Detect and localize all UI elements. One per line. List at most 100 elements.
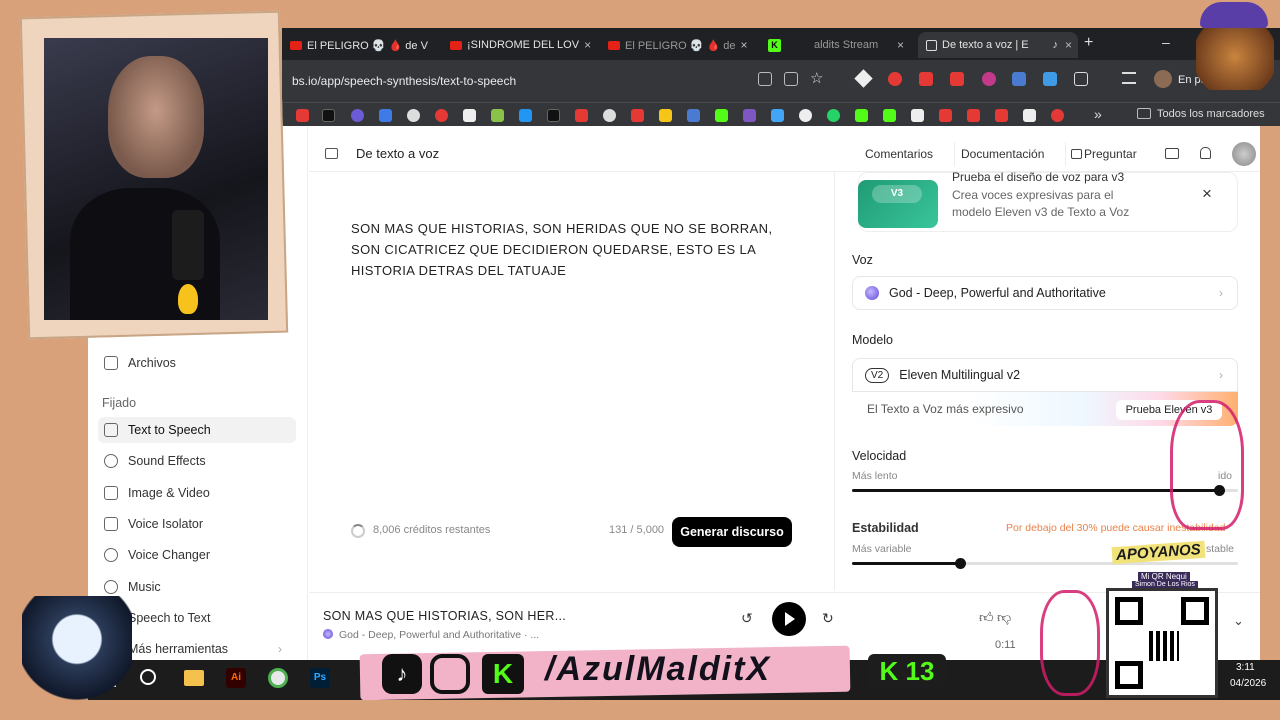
bookmark-icon[interactable] [631, 109, 644, 122]
sidebar-item-voice-changer[interactable]: Voice Changer [98, 542, 296, 568]
thumbs-up-icon[interactable]: 👍︎ [979, 609, 994, 626]
bookmark-icon[interactable] [799, 109, 812, 122]
extension-icon[interactable] [919, 72, 933, 86]
close-tab-icon[interactable]: × [741, 38, 750, 52]
kick-icon: K [482, 654, 524, 694]
folder-icon[interactable] [1165, 148, 1179, 159]
sidebar-item-voice-isolator[interactable]: Voice Isolator [98, 511, 296, 537]
bookmark-icon[interactable] [603, 109, 616, 122]
model-select[interactable]: V2 Eleven Multilingual v2 › [852, 358, 1238, 392]
translate-icon[interactable] [758, 72, 772, 86]
sidebar-item-archivos[interactable]: Archivos [98, 350, 296, 376]
puzzle-icon[interactable] [1074, 72, 1088, 86]
bookmark-icon[interactable] [1051, 109, 1064, 122]
bookmark-icon[interactable] [967, 109, 980, 122]
new-tab-button[interactable]: + [1084, 34, 1093, 52]
instagram-icon [430, 654, 470, 694]
photoshop-icon[interactable]: Ps [310, 668, 330, 688]
bookmark-icon[interactable] [435, 109, 448, 122]
sound-effects-icon [104, 454, 118, 468]
bookmark-icon[interactable] [519, 109, 532, 122]
minimize-icon[interactable]: – [1162, 34, 1170, 50]
bell-icon[interactable] [1200, 147, 1211, 159]
folder-icon [1137, 108, 1151, 119]
docs-button[interactable]: Documentación [954, 142, 1050, 166]
close-promo-icon[interactable]: × [1202, 184, 1212, 204]
generate-button[interactable]: Generar discurso [672, 517, 792, 547]
voice-label: Voz [852, 253, 873, 267]
model-hint: El Texto a Voz más expresivo [867, 402, 1024, 416]
v3-badge: V3 [872, 185, 922, 203]
sidebar-item-sound-effects[interactable]: Sound Effects [98, 448, 296, 474]
bookmark-icon[interactable] [855, 109, 868, 122]
bookmark-icon[interactable] [687, 109, 700, 122]
browser-tab-active[interactable]: De texto a voz | E ♪ × [918, 32, 1078, 58]
voice-avatar-icon [865, 286, 879, 300]
bookmark-icon[interactable] [715, 109, 728, 122]
text-editor[interactable]: SON MAS QUE HISTORIAS, SON HERIDAS QUE N… [351, 218, 791, 281]
bookmark-icon[interactable] [491, 109, 504, 122]
stability-slider-handle[interactable] [955, 558, 966, 569]
image-icon [104, 486, 118, 500]
extension-icon[interactable] [950, 72, 964, 86]
chevron-down-icon[interactable]: ⌄ [1233, 613, 1244, 629]
promo-description: Crea voces expresivas para el modelo Ele… [952, 188, 1130, 219]
play-icon [785, 612, 795, 626]
install-icon[interactable] [784, 72, 798, 86]
close-tab-icon[interactable]: × [897, 38, 910, 52]
music-icon [104, 580, 118, 594]
bookmark-icon[interactable] [771, 109, 784, 122]
illustrator-icon[interactable]: Ai [226, 668, 246, 688]
bookmark-icon[interactable] [547, 109, 560, 122]
bookmark-icon[interactable] [379, 109, 392, 122]
bookmark-icon[interactable] [575, 109, 588, 122]
star-icon[interactable]: ☆ [810, 69, 823, 87]
close-tab-icon[interactable]: × [584, 38, 592, 52]
bookmark-icon[interactable] [827, 109, 840, 122]
sidebar-item-text-to-speech[interactable]: Text to Speech [98, 417, 296, 443]
model-label: Modelo [852, 333, 893, 347]
file-explorer-icon[interactable] [184, 670, 204, 686]
sidebar-toggle-icon[interactable] [325, 148, 338, 159]
chrome-icon[interactable] [268, 668, 288, 688]
browser-tab-bar: El PELIGRO 💀 🩸 de V× ¡SINDROME DEL LOV× … [282, 28, 1280, 60]
bookmark-icon[interactable] [911, 109, 924, 122]
bookmark-icon[interactable] [407, 109, 420, 122]
more-bookmarks-icon[interactable]: » [1094, 106, 1102, 122]
browser-tab[interactable]: El PELIGRO 💀 🩸 de × [600, 32, 750, 58]
bookmark-icon[interactable] [939, 109, 952, 122]
bookmark-icon[interactable] [1023, 109, 1036, 122]
speaker-icon[interactable]: ♪ [1052, 39, 1058, 51]
thumbs-down-icon[interactable]: 👎︎ [997, 609, 1011, 626]
bookmark-icon[interactable] [463, 109, 476, 122]
extension-icon[interactable] [1012, 72, 1026, 86]
comments-button[interactable]: Comentarios [859, 142, 939, 166]
reading-list-icon[interactable] [1122, 72, 1136, 84]
rewind-icon[interactable]: ↺ [741, 610, 753, 627]
chevron-right-icon: › [1219, 286, 1223, 300]
sidebar-item-image-video[interactable]: Image & Video [98, 480, 296, 506]
forward-icon[interactable]: ↻ [822, 610, 834, 627]
browser-tab[interactable]: El PELIGRO 💀 🩸 de V× [282, 32, 432, 58]
close-tab-icon[interactable]: × [1065, 38, 1078, 52]
bookmark-icon[interactable] [351, 109, 364, 122]
extension-icon[interactable] [982, 72, 996, 86]
avatar[interactable] [1154, 70, 1172, 88]
avatar[interactable] [1232, 142, 1256, 166]
voice-select[interactable]: God - Deep, Powerful and Authoritative › [852, 276, 1238, 310]
all-bookmarks[interactable]: Todos los marcadores [1157, 108, 1265, 120]
bookmark-icon[interactable] [296, 109, 309, 122]
bookmark-icon[interactable] [883, 109, 896, 122]
extension-icon[interactable] [888, 72, 902, 86]
browser-tab[interactable]: ¡SINDROME DEL LOV × [442, 32, 592, 58]
extension-icon[interactable] [1043, 72, 1057, 86]
browser-tab[interactable]: Kaldits Stream × [760, 32, 910, 58]
pink-devil-sticker [1040, 590, 1100, 696]
bookmark-icon[interactable] [659, 109, 672, 122]
bookmark-icon[interactable] [995, 109, 1008, 122]
bookmark-icon[interactable] [322, 109, 335, 122]
tab-label: El PELIGRO 💀 🩸 de V [307, 39, 428, 52]
search-icon[interactable] [140, 669, 156, 685]
sidebar-item-label: Text to Speech [128, 423, 211, 437]
bookmark-icon[interactable] [743, 109, 756, 122]
